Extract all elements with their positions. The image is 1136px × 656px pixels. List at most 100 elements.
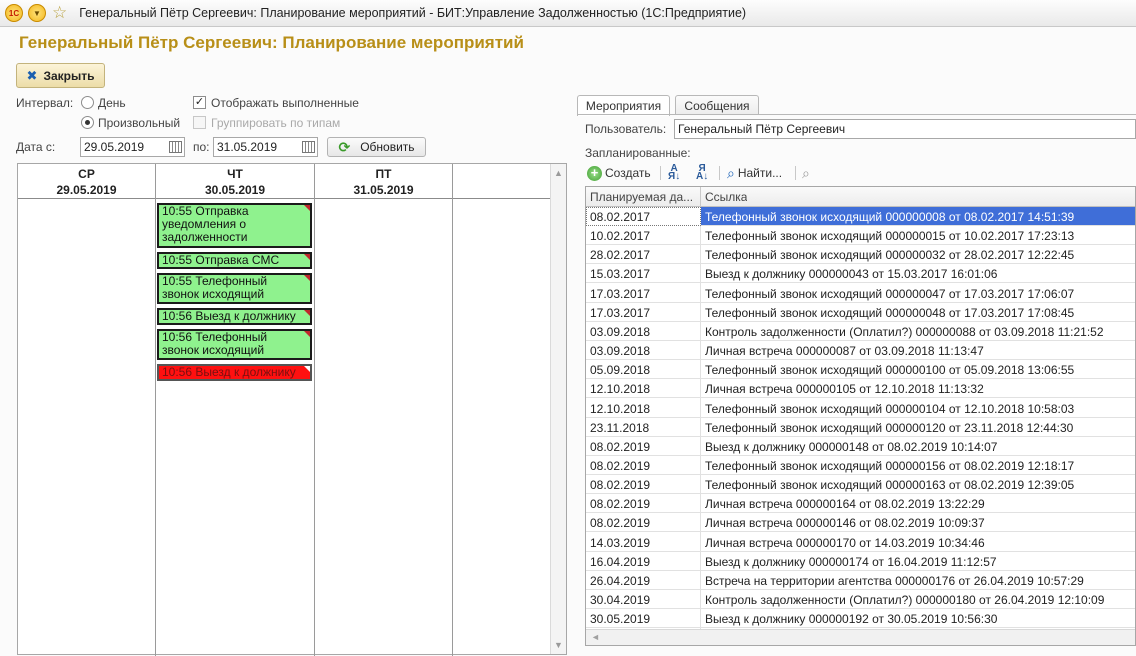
- cell-link[interactable]: Личная встреча 000000164 от 08.02.2019 1…: [705, 497, 985, 511]
- favorite-star-icon[interactable]: ☆: [52, 3, 67, 23]
- day-header-fri[interactable]: ПТ 31.05.2019: [315, 166, 452, 198]
- cell-planned-date: 14.03.2019: [590, 535, 651, 550]
- group-by-type-checkbox[interactable]: [193, 116, 206, 129]
- scroll-left-icon[interactable]: ◄: [591, 632, 600, 642]
- calendar-event-overdue[interactable]: 10:56 Выезд к должнику: [157, 364, 312, 381]
- cell-planned-date: 15.03.2017: [590, 267, 651, 282]
- calendar-vertical-scrollbar[interactable]: ▲ ▼: [550, 164, 566, 654]
- table-row[interactable]: 30.05.2019 Выезд к должнику 000000192 от …: [586, 609, 1135, 629]
- column-header-separator[interactable]: [700, 187, 701, 207]
- cell-link[interactable]: Личная встреча 000000087 от 03.09.2018 1…: [705, 344, 984, 358]
- cell-link[interactable]: Контроль задолженности (Оплатил?) 000000…: [705, 593, 1104, 607]
- table-row[interactable]: 17.03.2017 Телефонный звонок исходящий 00…: [586, 284, 1135, 303]
- date-to-field[interactable]: 31.05.2019: [213, 137, 318, 157]
- table-row[interactable]: 08.02.2019 Личная встреча 000000146 от 08…: [586, 513, 1135, 533]
- cell-link[interactable]: Телефонный звонок исходящий 000000104 от…: [705, 402, 1074, 416]
- tab-strip-border: [577, 114, 1136, 115]
- table-row[interactable]: 12.10.2018 Телефонный звонок исходящий 00…: [586, 399, 1135, 418]
- calendar-event[interactable]: 10:56 Телефонный звонок исходящий: [157, 329, 312, 360]
- cell-planned-date: 03.09.2018: [590, 344, 651, 359]
- column-header-planned-date[interactable]: Планируемая да...: [590, 190, 696, 204]
- calendar-icon[interactable]: [169, 141, 182, 153]
- table-row[interactable]: 23.11.2018 Телефонный звонок исходящий 00…: [586, 418, 1135, 437]
- cell-link[interactable]: Телефонный звонок исходящий 000000032 от…: [705, 248, 1074, 262]
- table-row[interactable]: 17.03.2017 Телефонный звонок исходящий 00…: [586, 303, 1135, 322]
- create-button[interactable]: + Создать: [587, 164, 651, 182]
- radio-custom[interactable]: [81, 116, 94, 129]
- close-button[interactable]: ✖ Закрыть: [16, 63, 105, 88]
- close-icon: ✖: [26, 67, 38, 83]
- table-row[interactable]: 03.09.2018 Личная встреча 000000087 от 03…: [586, 341, 1135, 361]
- table-row[interactable]: 08.02.2019 Личная встреча 000000164 от 08…: [586, 494, 1135, 514]
- refresh-button[interactable]: ⟳ Обновить: [327, 137, 426, 157]
- cell-link[interactable]: Телефонный звонок исходящий 000000100 от…: [705, 363, 1074, 377]
- calendar-col-divider: [314, 164, 315, 656]
- cell-link[interactable]: Личная встреча 000000146 от 08.02.2019 1…: [705, 516, 985, 530]
- cell-link[interactable]: Контроль задолженности (Оплатил?) 000000…: [705, 325, 1104, 339]
- cell-link[interactable]: Личная встреча 000000105 от 12.10.2018 1…: [705, 382, 984, 396]
- calendar-icon[interactable]: [302, 141, 315, 153]
- refresh-icon: ⟳: [338, 138, 351, 155]
- cell-link[interactable]: Выезд к должнику 000000043 от 15.03.2017…: [705, 267, 997, 281]
- window-title: Генеральный Пётр Сергеевич: Планирование…: [79, 6, 747, 20]
- table-row[interactable]: 15.03.2017 Выезд к должнику 000000043 от …: [586, 264, 1135, 284]
- app-logo-text: 1С: [8, 8, 20, 18]
- table-row[interactable]: 30.04.2019 Контроль задолженности (Оплати…: [586, 590, 1135, 609]
- sort-desc-button[interactable]: Я A↓: [696, 164, 708, 182]
- table-row[interactable]: 08.02.2019 Телефонный звонок исходящий 00…: [586, 475, 1135, 495]
- table-horizontal-scrollbar[interactable]: ◄: [586, 629, 1135, 645]
- cell-link[interactable]: Выезд к должнику 000000174 от 16.04.2019…: [705, 555, 997, 569]
- table-row[interactable]: 16.04.2019 Выезд к должнику 000000174 от …: [586, 552, 1135, 571]
- cell-planned-date: 12.10.2018: [590, 401, 651, 416]
- cancel-search-button[interactable]: ⌕: [802, 164, 810, 182]
- calendar-event[interactable]: 10:55 Телефонный звонок исходящий: [157, 273, 312, 304]
- cell-planned-date: 12.10.2018: [590, 382, 651, 397]
- table-row[interactable]: 28.02.2017 Телефонный звонок исходящий 00…: [586, 245, 1135, 265]
- cell-link[interactable]: Телефонный звонок исходящий 000000048 от…: [705, 306, 1074, 320]
- column-header-link[interactable]: Ссылка: [705, 190, 747, 204]
- scroll-up-icon[interactable]: ▲: [554, 168, 563, 178]
- day-header-thu[interactable]: ЧТ 30.05.2019: [156, 166, 314, 198]
- cell-link[interactable]: Встреча на территории агентства 00000017…: [705, 574, 1084, 588]
- cell-link[interactable]: Выезд к должнику 000000192 от 30.05.2019…: [705, 612, 997, 626]
- radio-day[interactable]: [81, 96, 94, 109]
- show-done-checkbox[interactable]: ✓: [193, 96, 206, 109]
- calendar-event[interactable]: 10:55 Отправка уведомления о задолженнос…: [157, 203, 312, 248]
- calendar-col-divider: [452, 164, 453, 656]
- app-logo-icon[interactable]: 1С: [5, 4, 23, 22]
- find-button[interactable]: ⌕ Найти...: [727, 164, 782, 182]
- cell-link[interactable]: Телефонный звонок исходящий 000000156 от…: [705, 459, 1074, 473]
- cell-link[interactable]: Выезд к должнику 000000148 от 08.02.2019…: [705, 440, 997, 454]
- cell-link[interactable]: Телефонный звонок исходящий 000000120 от…: [705, 421, 1073, 435]
- table-row[interactable]: 08.02.2019 Телефонный звонок исходящий 00…: [586, 456, 1135, 475]
- magnifier-icon: ⌕: [727, 164, 735, 181]
- scroll-down-icon[interactable]: ▼: [554, 640, 563, 650]
- tab-events[interactable]: Мероприятия: [577, 95, 670, 116]
- events-table[interactable]: Планируемая да... Ссылка 08.02.2017 Телеф…: [585, 186, 1136, 646]
- cell-planned-date: 28.02.2017: [590, 248, 651, 263]
- table-row[interactable]: 08.02.2017 Телефонный звонок исходящий 00…: [586, 207, 1135, 226]
- cell-planned-date: 08.02.2019: [590, 458, 651, 473]
- table-row[interactable]: 10.02.2017 Телефонный звонок исходящий 00…: [586, 226, 1135, 246]
- table-row[interactable]: 05.09.2018 Телефонный звонок исходящий 00…: [586, 360, 1135, 380]
- user-field[interactable]: Генеральный Пётр Сергеевич: [674, 119, 1136, 139]
- cell-link[interactable]: Личная встреча 000000170 от 14.03.2019 1…: [705, 536, 985, 550]
- table-row[interactable]: 03.09.2018 Контроль задолженности (Оплати…: [586, 322, 1135, 341]
- date-from-field[interactable]: 29.05.2019: [80, 137, 185, 157]
- day-header-wed[interactable]: СР 29.05.2019: [18, 166, 155, 198]
- cell-link[interactable]: Телефонный звонок исходящий 000000163 от…: [705, 478, 1074, 492]
- table-row[interactable]: 12.10.2018 Личная встреча 000000105 от 12…: [586, 379, 1135, 399]
- table-row[interactable]: 08.02.2019 Выезд к должнику 000000148 от …: [586, 437, 1135, 456]
- table-header: Планируемая да... Ссылка: [586, 187, 1135, 207]
- table-row[interactable]: 14.03.2019 Личная встреча 000000170 от 14…: [586, 533, 1135, 552]
- cell-link[interactable]: Телефонный звонок исходящий 000000015 от…: [705, 229, 1074, 243]
- sort-asc-button[interactable]: A Я↓: [668, 164, 680, 182]
- main-menu-icon[interactable]: ▼: [28, 4, 46, 22]
- calendar-event[interactable]: 10:55 Отправка СМС: [157, 252, 312, 269]
- tab-messages[interactable]: Сообщения: [675, 95, 759, 115]
- radio-custom-label: Произвольный: [98, 116, 181, 130]
- calendar-event[interactable]: 10:56 Выезд к должнику: [157, 308, 312, 325]
- table-row[interactable]: 26.04.2019 Встреча на территории агентств…: [586, 571, 1135, 590]
- cell-link[interactable]: Телефонный звонок исходящий 000000008 от…: [705, 210, 1074, 224]
- cell-link[interactable]: Телефонный звонок исходящий 000000047 от…: [705, 287, 1074, 301]
